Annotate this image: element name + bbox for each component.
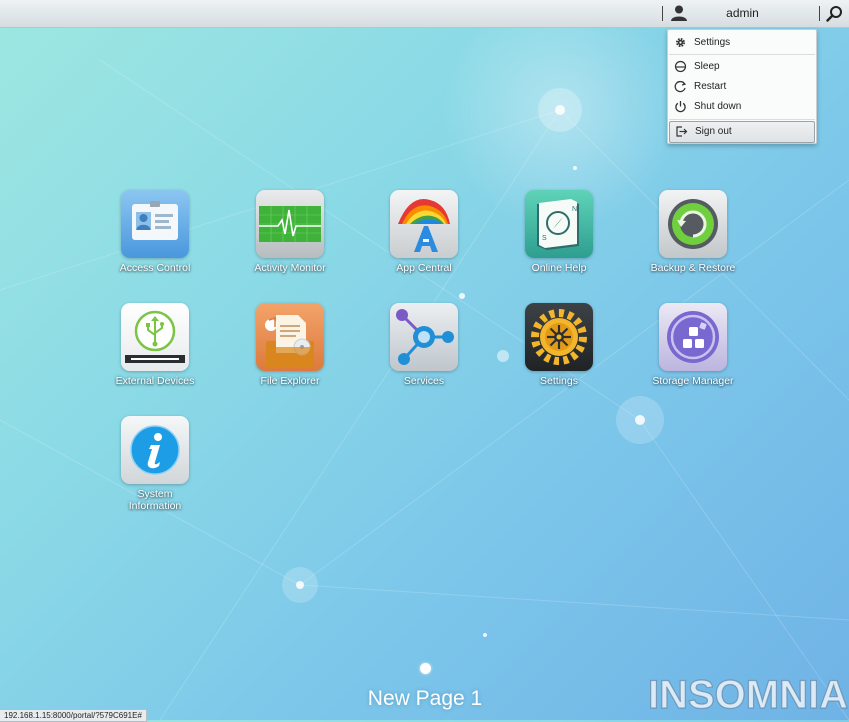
- heartbeat-monitor-icon: [259, 206, 321, 242]
- gear-icon: [675, 37, 686, 48]
- menu-divider: [669, 54, 815, 55]
- app-label: Online Help: [531, 262, 587, 274]
- app-storage-manager[interactable]: Storage Manager: [638, 303, 748, 387]
- menu-divider: [669, 119, 815, 120]
- app-label: Settings: [540, 375, 578, 387]
- app-app-central[interactable]: App Central: [369, 190, 479, 274]
- app-label: External Devices: [115, 375, 195, 387]
- menu-item-settings[interactable]: Settings: [669, 33, 815, 53]
- app-system-information[interactable]: System Information: [100, 416, 210, 512]
- app-central-icon: [398, 199, 450, 252]
- app-settings[interactable]: Settings: [504, 303, 614, 387]
- app-external-devices[interactable]: External Devices: [100, 303, 210, 387]
- info-icon: [130, 425, 180, 475]
- app-access-control[interactable]: Access Control: [100, 190, 210, 274]
- gear-settings-icon: [531, 309, 587, 365]
- page-indicator-dot[interactable]: [420, 663, 431, 674]
- watermark-text: INSOMNIA: [648, 673, 848, 717]
- app-services[interactable]: Services: [369, 303, 479, 387]
- app-label: Access Control: [119, 262, 191, 274]
- app-online-help[interactable]: N S Online Help: [504, 190, 614, 274]
- svg-text:N: N: [572, 206, 577, 213]
- user-menu: Settings Sleep Restart Shut down Sign ou…: [667, 29, 817, 144]
- user-name-button[interactable]: admin: [700, 6, 785, 20]
- storage-manager-icon: [667, 311, 719, 363]
- app-label: Services: [403, 375, 445, 387]
- services-network-icon: [396, 309, 454, 365]
- app-label: Storage Manager: [652, 375, 734, 387]
- help-book-icon: N S: [537, 199, 579, 250]
- sign-out-icon: [676, 126, 688, 137]
- power-icon: [675, 101, 686, 113]
- sleep-icon: [674, 60, 687, 73]
- restart-icon: [674, 80, 687, 93]
- watermark-logo: INSOMNIA: [648, 672, 848, 717]
- app-label: File Explorer: [260, 375, 320, 387]
- top-bar: admin: [0, 0, 849, 28]
- app-backup-restore[interactable]: Backup & Restore: [638, 190, 748, 274]
- search-icon[interactable]: [826, 5, 843, 22]
- menu-item-shut-down[interactable]: Shut down: [669, 97, 815, 117]
- app-label: App Central: [396, 262, 452, 274]
- usb-device-icon: [125, 310, 185, 363]
- app-label: Activity Monitor: [254, 262, 326, 274]
- topbar-separator: [819, 6, 820, 21]
- svg-text:S: S: [542, 235, 547, 242]
- app-label: Backup & Restore: [650, 262, 736, 274]
- app-file-explorer[interactable]: File Explorer: [235, 303, 345, 387]
- page-name: New Page 1: [367, 687, 483, 710]
- file-explorer-icon: [265, 315, 314, 367]
- app-label: System Information: [128, 488, 182, 512]
- menu-item-restart[interactable]: Restart: [669, 77, 815, 97]
- backup-restore-icon: [668, 199, 718, 249]
- user-icon[interactable]: [670, 4, 688, 22]
- id-badge-icon: [132, 201, 178, 240]
- app-activity-monitor[interactable]: Activity Monitor: [235, 190, 345, 274]
- topbar-separator: [662, 6, 663, 21]
- menu-item-sign-out[interactable]: Sign out: [669, 121, 815, 143]
- menu-item-sleep[interactable]: Sleep: [669, 57, 815, 77]
- browser-status-url: 192.168.1.15:8000/portal/?579C691E#: [0, 709, 147, 722]
